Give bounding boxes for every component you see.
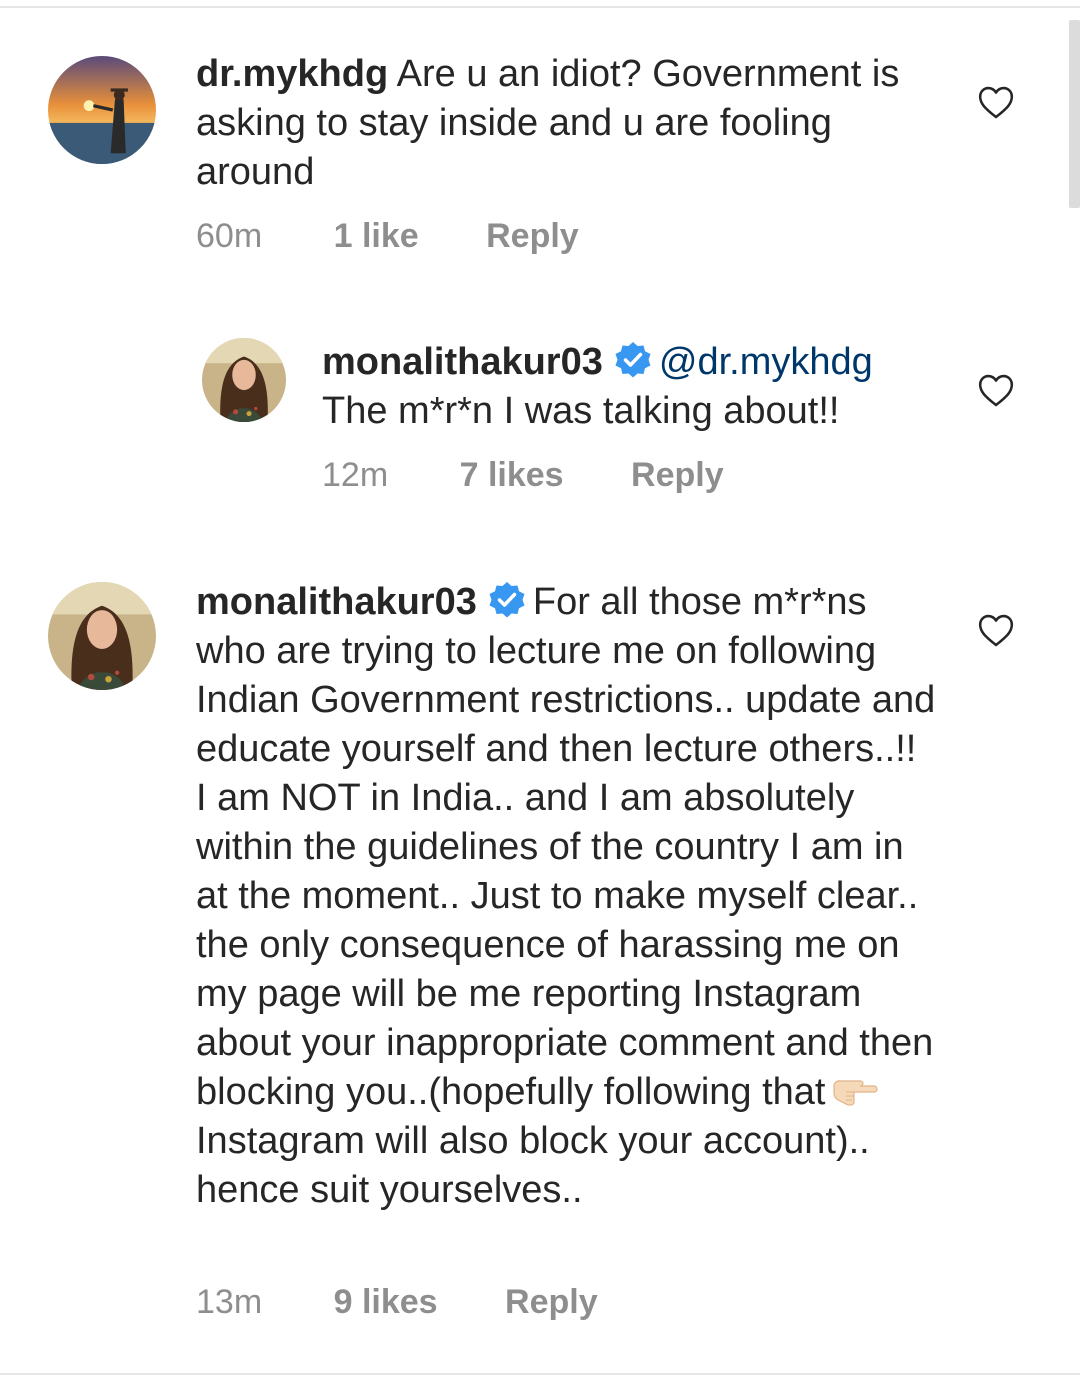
verified-badge-icon (615, 342, 651, 378)
reply-button[interactable]: Reply (631, 456, 724, 495)
comment-time: 12m (322, 456, 389, 494)
comment-likes[interactable]: 9 likes (334, 1283, 438, 1322)
top-divider (0, 6, 1080, 8)
avatar-photo-sunset (48, 56, 156, 164)
heart-outline-icon[interactable] (977, 612, 1015, 648)
reply-button[interactable]: Reply (486, 217, 579, 256)
avatar[interactable] (48, 582, 156, 690)
comment-likes[interactable]: 1 like (334, 217, 419, 256)
comment-body-continued: Instagram will also block your account).… (196, 1120, 870, 1211)
comment-time: 60m (196, 217, 263, 255)
mention-link[interactable]: @dr.mykhdg (659, 341, 873, 383)
avatar-photo-woman (202, 338, 286, 422)
comment-username[interactable]: dr.mykhdg (196, 53, 388, 95)
comment-text: monalithakur03 @dr.mykhdg The m*r*n I wa… (322, 338, 942, 436)
comment-meta: 12m 7 likes Reply (322, 456, 724, 495)
avatar[interactable] (48, 56, 156, 164)
pointing-right-hand-emoji (832, 1080, 878, 1106)
comment-text: monalithakur03 For all those m*r*ns who … (196, 578, 936, 1215)
comment-username[interactable]: monalithakur03 (322, 341, 603, 383)
heart-outline-icon[interactable] (977, 84, 1015, 120)
comment-username[interactable]: monalithakur03 (196, 581, 477, 623)
avatar-photo-woman (48, 582, 156, 690)
heart-outline-icon[interactable] (977, 372, 1015, 408)
comment-meta: 60m 1 like Reply (196, 217, 579, 256)
verified-badge-icon (489, 582, 525, 618)
comment-time: 13m (196, 1283, 263, 1321)
avatar[interactable] (202, 338, 286, 422)
comment-body: For all those m*r*ns who are trying to l… (196, 581, 936, 1113)
comment-meta: 13m 9 likes Reply (196, 1283, 598, 1322)
bottom-divider (0, 1373, 1080, 1375)
comment-body: The m*r*n I was talking about!! (322, 390, 840, 432)
comment-text: dr.mykhdg Are u an idiot? Government is … (196, 50, 936, 197)
scrollbar[interactable] (1069, 20, 1080, 208)
reply-button[interactable]: Reply (505, 1283, 598, 1322)
comment-likes[interactable]: 7 likes (460, 456, 564, 495)
